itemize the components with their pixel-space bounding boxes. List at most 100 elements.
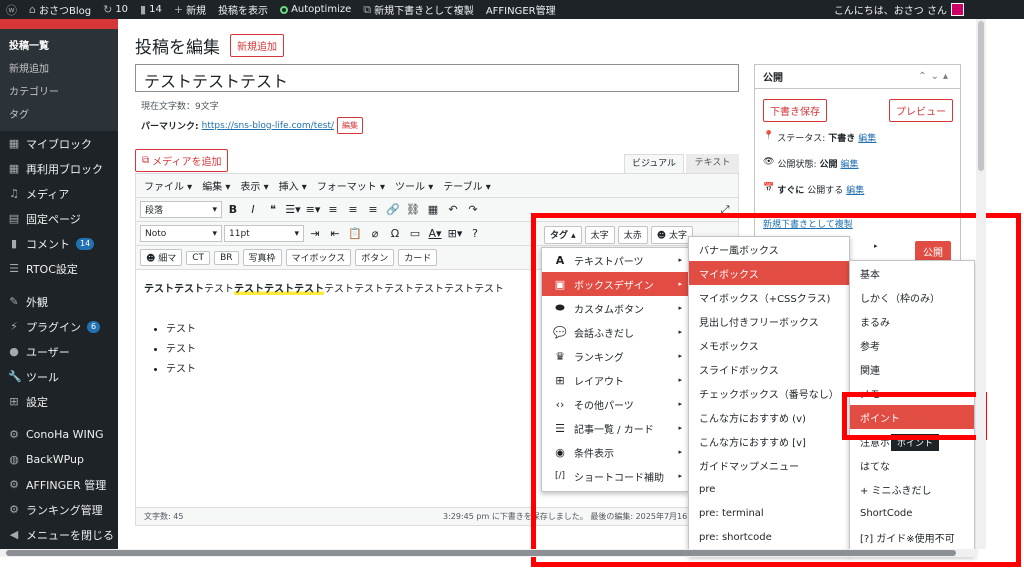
settings-icon: ⊞ xyxy=(9,395,19,408)
bullet-list-icon[interactable]: ☰▾ xyxy=(284,203,302,216)
card-button[interactable]: カード xyxy=(398,249,438,266)
redo-icon[interactable]: ↷ xyxy=(464,203,482,216)
grid-icon: ▦ xyxy=(8,162,20,175)
align-center-icon[interactable]: ≡ xyxy=(344,203,362,216)
mybox-button[interactable]: マイボックス xyxy=(285,249,352,266)
add-new-button[interactable]: 新規追加 xyxy=(230,34,284,57)
undo-icon[interactable]: ↶ xyxy=(444,203,462,216)
format-select[interactable]: 段落 ▾ xyxy=(140,201,222,218)
new-content-link[interactable]: + 新規 xyxy=(168,0,212,19)
my-account[interactable]: こんにちは、おさつ さん xyxy=(834,0,964,19)
duplicate-draft-link[interactable]: ⧉ 新規下書きとして複製 xyxy=(357,0,480,19)
affinger-link[interactable]: AFFINGER管理 xyxy=(480,0,562,19)
number-list-icon[interactable]: ≡▾ xyxy=(304,203,322,216)
menu-edit[interactable]: 編集 ▾ xyxy=(198,178,234,193)
comment-icon: ▮ xyxy=(140,3,147,16)
blockquote-icon[interactable]: ❝ xyxy=(264,203,282,216)
font-size-select[interactable]: 11pt ▾ xyxy=(224,225,304,242)
wp-logo[interactable]: ⓦ xyxy=(0,0,23,19)
permalink-url[interactable]: https://sns-blog-life.com/test/ xyxy=(202,121,334,131)
tab-text[interactable]: テキスト xyxy=(686,154,739,173)
fullwidth-icon[interactable]: ▦ xyxy=(424,203,442,216)
menu-file[interactable]: ファイル ▾ xyxy=(140,178,196,193)
sidebar-item-tools[interactable]: 🔧 ツール xyxy=(0,364,118,389)
home-icon: ⌂ xyxy=(29,3,36,16)
sidebar-item-conoha[interactable]: ⚙ ConoHa WING xyxy=(0,422,118,447)
sidebar-item-users[interactable]: ● ユーザー xyxy=(0,339,118,364)
table-icon[interactable]: ⊞▾ xyxy=(446,227,464,240)
menu-view[interactable]: 表示 ▾ xyxy=(236,178,272,193)
align-left-icon[interactable]: ≡ xyxy=(324,203,342,216)
save-draft-button[interactable]: 下書き保存 xyxy=(763,99,827,122)
sidebar-item-reusable-blocks[interactable]: ▦ 再利用ブロック xyxy=(0,156,118,181)
schedule-edit-link[interactable]: 編集 xyxy=(846,183,864,196)
editor-content-line[interactable]: テストテストテストテストテストテストテストテストテストテストテストテスト xyxy=(144,280,504,295)
menu-insert[interactable]: 挿入 ▾ xyxy=(275,178,311,193)
horizontal-scrollbar[interactable] xyxy=(0,549,976,557)
comments-link[interactable]: ▮ 14 xyxy=(134,0,168,19)
photo-frame-button[interactable]: 写真枠 xyxy=(242,249,282,266)
wrench-icon: 🔧 xyxy=(8,370,22,383)
clear-format-icon[interactable]: ⌀ xyxy=(366,227,384,240)
italic-icon[interactable]: I xyxy=(244,203,262,216)
gear-icon: ⚙ xyxy=(9,478,19,491)
sidebar-item-rtoc[interactable]: ☰ RTOC設定 xyxy=(0,256,118,281)
status-edit-link[interactable]: 編集 xyxy=(858,131,876,144)
sidebar-item-my-blocks[interactable]: ▦ マイブロック xyxy=(0,131,118,156)
font-family-select[interactable]: Noto ▾ xyxy=(140,225,222,242)
preview-button[interactable]: プレビュー xyxy=(889,99,953,122)
vertical-scrollbar[interactable] xyxy=(976,19,986,549)
menu-tools[interactable]: ツール ▾ xyxy=(391,178,437,193)
sidebar-current-posts[interactable] xyxy=(0,19,118,29)
paste-icon[interactable]: 📋 xyxy=(346,227,364,240)
ct-button[interactable]: CT xyxy=(186,250,211,265)
list-item: テスト xyxy=(166,340,196,360)
link-icon[interactable]: 🔗 xyxy=(384,203,402,216)
bold-icon[interactable]: B xyxy=(224,203,242,216)
post-title-input[interactable]: テストテストテスト xyxy=(135,64,739,92)
menu-table[interactable]: テーブル ▾ xyxy=(439,178,495,193)
sidebar-item-media[interactable]: ♫ メディア xyxy=(0,181,118,206)
sidebar-item-affinger[interactable]: ⚙ AFFINGER 管理 xyxy=(0,472,118,497)
hr-icon[interactable]: ▭ xyxy=(406,227,424,240)
sidebar-item-ranking[interactable]: ⚙ ランキング管理 xyxy=(0,497,118,522)
text-color-icon[interactable]: A▾ xyxy=(426,227,444,240)
submenu-tags[interactable]: タグ xyxy=(0,102,118,125)
special-char-icon[interactable]: Ω xyxy=(386,227,404,240)
br-button[interactable]: BR xyxy=(214,250,239,265)
publish-header[interactable]: 公開 ⌃⌄▴ xyxy=(755,65,960,89)
site-name-link[interactable]: ⌂ おさつBlog xyxy=(23,0,97,19)
permalink-edit-button[interactable]: 編集 xyxy=(337,117,364,134)
sidebar-item-appearance[interactable]: ✎ 外観 xyxy=(0,289,118,314)
button-button[interactable]: ボタン xyxy=(355,249,395,266)
submenu-add-new[interactable]: 新規追加 xyxy=(0,56,118,79)
menu-format[interactable]: フォーマット ▾ xyxy=(313,178,389,193)
admin-bar: ⓦ ⌂ おさつBlog ↻ 10 ▮ 14 + 新規 投稿を表示 Autoptimize… xyxy=(0,0,1024,19)
indent-icon[interactable]: ⇥ xyxy=(306,227,324,240)
collapse-icon: ◀ xyxy=(9,528,19,541)
submenu-all-posts[interactable]: 投稿一覧 xyxy=(0,33,118,56)
sidebar-item-backwpup[interactable]: ◍ BackWPup xyxy=(0,447,118,472)
sidebar-item-plugins[interactable]: ⚡ プラグイン 6 xyxy=(0,314,118,339)
editor-bullet-list[interactable]: テスト テスト テスト xyxy=(166,320,196,380)
sidebar-item-settings[interactable]: ⊞ 設定 xyxy=(0,389,118,414)
unlink-icon[interactable]: ⛓ xyxy=(404,203,422,216)
add-media-button[interactable]: ⧉ メディアを追加 xyxy=(135,149,229,172)
view-post-link[interactable]: 投稿を表示 xyxy=(212,0,274,19)
box-controls-icon[interactable]: ⌃⌄▴ xyxy=(918,71,952,82)
outdent-icon[interactable]: ⇤ xyxy=(326,227,344,240)
help-icon[interactable]: ? xyxy=(466,227,484,240)
autoptimize-link[interactable]: Autoptimize xyxy=(274,0,357,19)
sidebar-item-pages[interactable]: ▤ 固定ページ xyxy=(0,206,118,231)
list-item: テスト xyxy=(166,320,196,340)
user-circle-button[interactable]: ☻ 細マ xyxy=(140,249,183,266)
permalink-row: パーマリンク: https://sns-blog-life.com/test/ … xyxy=(141,117,364,134)
submenu-categories[interactable]: カテゴリー xyxy=(0,79,118,102)
align-right-icon[interactable]: ≡ xyxy=(364,203,382,216)
visibility-edit-link[interactable]: 編集 xyxy=(841,157,859,170)
updates-link[interactable]: ↻ 10 xyxy=(97,0,134,19)
sidebar-item-comments[interactable]: ▮ コメント 14 xyxy=(0,231,118,256)
sidebar-collapse[interactable]: ◀ メニューを閉じる xyxy=(0,522,118,547)
tab-visual[interactable]: ビジュアル xyxy=(624,154,684,173)
permalink-label: パーマリンク: xyxy=(141,122,199,132)
